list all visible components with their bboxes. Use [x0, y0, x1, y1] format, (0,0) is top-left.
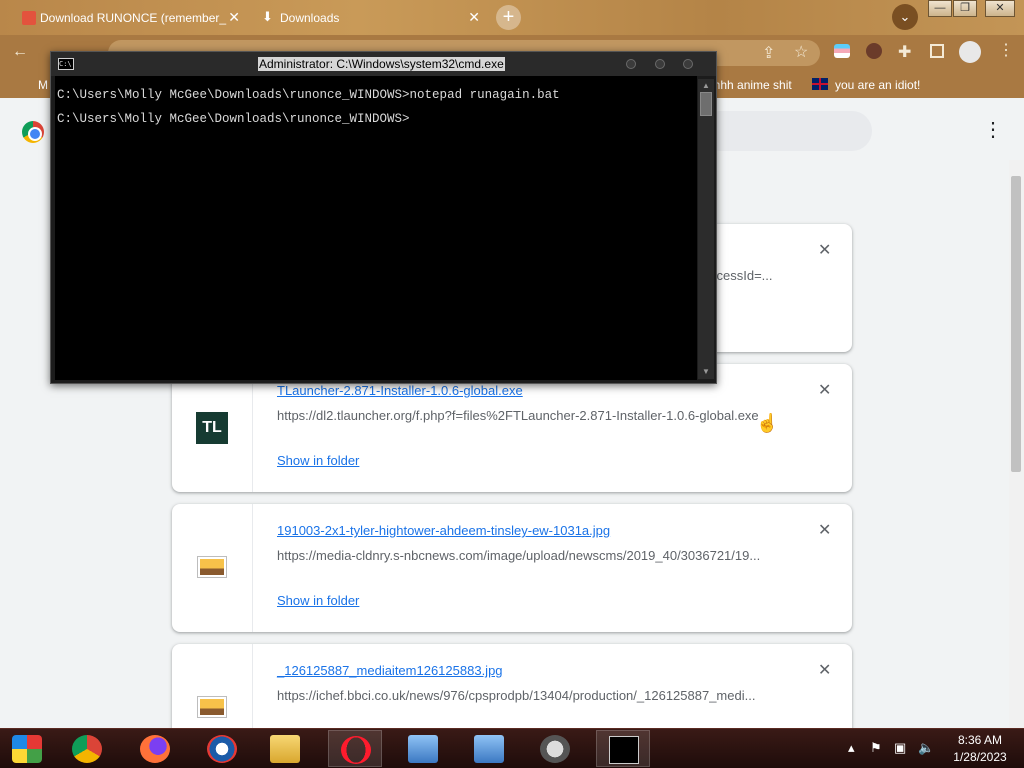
window-maximize-button[interactable]: ❐ [953, 0, 977, 17]
profile-avatar-extension-icon[interactable] [866, 43, 882, 59]
file-explorer-icon [270, 735, 300, 763]
taskbar-file-explorer[interactable] [258, 730, 312, 767]
uk-flag-icon [812, 78, 828, 90]
tab-downloads[interactable]: ⬇ Downloads ✕ [258, 4, 486, 32]
download-card: 191003-2x1-tyler-hightower-ahdeem-tinsle… [172, 504, 852, 632]
download-file-name-link[interactable]: _126125887_mediaitem126125883.jpg [277, 663, 503, 678]
bookmark-item[interactable]: M [38, 78, 48, 92]
taskbar-clock[interactable]: 8:36 AM 1/28/2023 [940, 732, 1020, 766]
cmd-window-title: Administrator: C:\Windows\system32\cmd.e… [258, 57, 505, 71]
cmd-icon [609, 736, 639, 764]
image-file-icon [197, 696, 227, 718]
bookmark-anime[interactable]: hhhh anime shit [707, 78, 792, 92]
card-divider [252, 504, 253, 632]
tab-close-icon[interactable]: ✕ [468, 9, 480, 26]
share-icon[interactable]: ⇪ [762, 43, 775, 63]
action-center-flag-icon[interactable]: ⚑ [870, 740, 882, 756]
taskbar-network-setup[interactable] [396, 730, 450, 767]
cmd-prompt-line: C:\Users\Molly McGee\Downloads\runonce_W… [57, 112, 410, 126]
taskbar-chrome[interactable] [60, 730, 114, 767]
tab-title: Downloads [280, 11, 340, 25]
cmd-close-button[interactable] [683, 59, 693, 69]
taskbar-opera[interactable] [328, 730, 382, 767]
remove-download-icon[interactable]: ✕ [818, 660, 831, 680]
menu-kebab-icon[interactable]: ⋮ [998, 40, 1014, 60]
download-file-name-link[interactable]: TLauncher-2.871-Installer-1.0.6-global.e… [277, 383, 523, 398]
extensions-puzzle-icon[interactable]: ✚ [898, 42, 911, 62]
download-url: https://ichef.bbci.co.uk/news/976/cpspro… [277, 688, 756, 703]
taskbar-obama[interactable] [195, 730, 249, 767]
cmd-window[interactable]: C:\ Administrator: C:\Windows\system32\c… [50, 51, 717, 384]
firefox-icon [140, 735, 170, 763]
cmd-console-area[interactable]: C:\Users\Molly McGee\Downloads\runonce_W… [55, 76, 697, 380]
cmd-line: C:\Users\Molly McGee\Downloads\runonce_W… [57, 88, 560, 102]
download-url: https://media-cldnry.s-nbcnews.com/image… [277, 548, 761, 563]
remove-download-icon[interactable]: ✕ [818, 380, 831, 400]
back-arrow-icon[interactable]: ← [12, 43, 28, 61]
cmd-app-icon: C:\ [58, 58, 74, 70]
new-tab-button[interactable]: + [496, 5, 521, 30]
taskbar-cmd[interactable] [596, 730, 650, 767]
taskbar-network-setup-2[interactable] [462, 730, 516, 767]
window-close-button[interactable]: ✕ [985, 0, 1015, 17]
bookmark-you-are-an-idiot[interactable]: you are an idiot! [835, 78, 920, 92]
store-favicon-icon [22, 11, 36, 25]
cmd-title-bar[interactable]: C:\ Administrator: C:\Windows\system32\c… [51, 52, 716, 76]
windows-media-center-icon [12, 735, 42, 763]
cmd-scroll-up-icon[interactable]: ▲ [698, 79, 714, 93]
chrome-icon [72, 735, 102, 763]
tab-title: Download RUNONCE (remember_ [40, 11, 227, 25]
tab-close-icon[interactable]: ✕ [228, 9, 240, 26]
taskbar-media-center[interactable] [0, 730, 54, 767]
remove-download-icon[interactable]: ✕ [818, 520, 831, 540]
hand-cursor-icon: ☝ [756, 413, 779, 433]
tlauncher-file-icon: TL [196, 412, 228, 444]
download-url: ccessId=... [710, 268, 773, 283]
clock-date: 1/28/2023 [953, 750, 1007, 764]
page-scroll-thumb[interactable] [1011, 176, 1021, 472]
search-downloads-input[interactable] [700, 111, 872, 151]
cmd-scroll-thumb[interactable] [700, 92, 712, 116]
download-file-name-link[interactable]: 191003-2x1-tyler-hightower-ahdeem-tinsle… [277, 523, 610, 538]
tab-download-runonce[interactable]: Download RUNONCE (remember_ ✕ [18, 4, 246, 32]
obama-logo-icon [207, 735, 237, 763]
tab-search-button[interactable]: ⌄ [892, 4, 918, 30]
bookmark-star-icon[interactable]: ☆ [794, 42, 808, 62]
cmd-maximize-button[interactable] [655, 59, 665, 69]
download-favicon-icon: ⬇ [262, 9, 273, 24]
opera-icon [341, 736, 371, 764]
cmd-scroll-down-icon[interactable]: ▼ [698, 365, 714, 379]
remove-download-icon[interactable]: ✕ [818, 240, 831, 260]
more-actions-icon[interactable]: ⋮ [983, 118, 1003, 142]
image-file-icon [197, 556, 227, 578]
taskbar-skull-app[interactable] [528, 730, 582, 767]
network-setup-icon [408, 735, 438, 763]
cmd-minimize-button[interactable] [626, 59, 636, 69]
window-minimize-button[interactable]: — [928, 0, 952, 17]
profile-avatar[interactable] [959, 41, 981, 63]
network-icon[interactable]: ▣ [894, 740, 906, 756]
chrome-logo-icon [22, 121, 44, 143]
skull-app-icon [540, 735, 570, 763]
show-in-folder-link[interactable]: Show in folder [277, 593, 359, 608]
tray-expand-icon[interactable]: ▴ [848, 740, 855, 756]
taskbar-firefox[interactable] [128, 730, 182, 767]
volume-icon[interactable]: 🔈 [918, 740, 934, 756]
side-panel-icon[interactable] [930, 44, 944, 58]
show-in-folder-link[interactable]: Show in folder [277, 453, 359, 468]
cmd-scrollbar[interactable] [698, 79, 714, 379]
network-setup-icon-2 [474, 735, 504, 763]
trans-flag-extension-icon[interactable] [834, 44, 850, 58]
clock-time: 8:36 AM [957, 733, 1003, 747]
download-url: https://dl2.tlauncher.org/f.php?f=files%… [277, 408, 759, 423]
